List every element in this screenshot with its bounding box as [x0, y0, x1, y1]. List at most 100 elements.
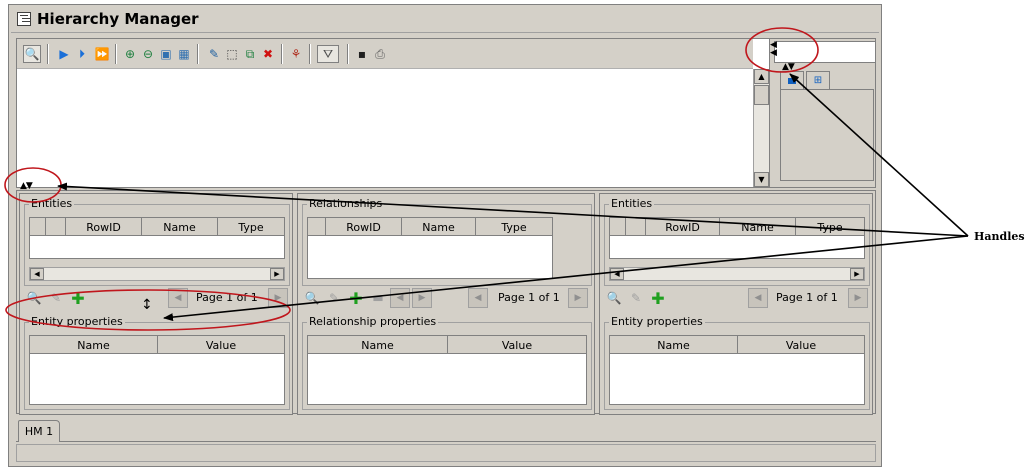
- toolbar-separator: [197, 44, 198, 64]
- tab-tree-view[interactable]: ⊞: [806, 71, 830, 89]
- title-bar: Hierarchy Manager: [11, 7, 879, 33]
- graph-vertical-scrollbar[interactable]: ▲ ▼: [753, 69, 769, 187]
- scroll-up-icon[interactable]: ▲: [754, 69, 769, 84]
- previous-page-icon[interactable]: ◀: [748, 288, 768, 308]
- zoom-out-icon[interactable]: ⊖: [139, 45, 157, 63]
- page-indicator: Page 1 of 1: [776, 291, 838, 304]
- right-pane-split-handle[interactable]: ▲▼: [782, 63, 795, 72]
- column-header[interactable]: [308, 218, 326, 236]
- scroll-right-icon[interactable]: ▶: [270, 268, 284, 280]
- toolbar-separator: [47, 44, 48, 64]
- relationships-panel: Relationships RowID Name Type 🔍 ✎ ✚ ▬ ◀ …: [297, 193, 595, 415]
- entities-panel-right: Entities RowID Name Type ◀ ▶ 🔍 ✎ ✚ ◀ Pag…: [599, 193, 873, 415]
- entities-horizontal-scrollbar[interactable]: ◀ ▶: [29, 267, 285, 281]
- fast-forward-icon[interactable]: ⏩: [93, 45, 111, 63]
- resize-cursor-icon: ↕: [141, 297, 153, 313]
- scroll-left-icon[interactable]: ◀: [610, 268, 624, 280]
- column-header-value[interactable]: Value: [158, 336, 284, 354]
- column-header-name[interactable]: Name: [402, 218, 476, 236]
- relationships-group: Relationships RowID Name Type: [302, 197, 592, 286]
- delete-icon[interactable]: ✖: [259, 45, 277, 63]
- entities-table[interactable]: RowID Name Type: [29, 217, 285, 259]
- add-icon[interactable]: ✚: [648, 288, 668, 308]
- edit-icon[interactable]: ✎: [205, 45, 223, 63]
- save-icon[interactable]: ▪: [353, 45, 371, 63]
- right-side-pane: ◀ ◀ ▲▼ ⊞: [769, 39, 876, 187]
- relationships-table[interactable]: RowID Name Type: [307, 217, 553, 279]
- column-header-value[interactable]: Value: [448, 336, 586, 354]
- horizontal-split-handle[interactable]: ▲▼: [20, 182, 33, 191]
- column-header[interactable]: [626, 218, 646, 236]
- entities-horizontal-scrollbar[interactable]: ◀ ▶: [609, 267, 865, 281]
- entities-panel-left: Entities RowID Name Type ◀ ▶ 🔍 ✎ ✚ ◀ Pag…: [19, 193, 293, 415]
- previous-page-icon[interactable]: ◀: [168, 288, 188, 308]
- column-header-rowid[interactable]: RowID: [66, 218, 142, 236]
- scroll-thumb[interactable]: [754, 85, 769, 105]
- entity-properties-table[interactable]: Name Value: [29, 335, 285, 405]
- graph-canvas[interactable]: [17, 69, 753, 187]
- scroll-left-icon[interactable]: ◀: [30, 268, 44, 280]
- document-tabs: HM 1: [16, 418, 876, 442]
- search-icon[interactable]: 🔍: [302, 288, 322, 308]
- find-icon[interactable]: 🔍: [23, 45, 41, 63]
- search-icon[interactable]: 🔍: [604, 288, 624, 308]
- right-pane-header: [774, 41, 876, 63]
- toolbar-separator: [309, 44, 310, 64]
- next-page-icon[interactable]: ▶: [268, 288, 288, 308]
- column-header-value[interactable]: Value: [738, 336, 864, 354]
- remove-icon[interactable]: ▬: [368, 288, 388, 308]
- hierarchy-icon[interactable]: ⚘: [287, 45, 305, 63]
- zoom-fit-icon[interactable]: ▣: [157, 45, 175, 63]
- play-icon[interactable]: ▶: [55, 45, 73, 63]
- column-header-rowid[interactable]: RowID: [326, 218, 402, 236]
- first-page-icon[interactable]: ◀: [390, 288, 410, 308]
- select-icon[interactable]: ⬚: [223, 45, 241, 63]
- scroll-down-icon[interactable]: ▼: [754, 172, 769, 187]
- entities-table[interactable]: RowID Name Type: [609, 217, 865, 259]
- vertical-collapse-handle[interactable]: ◀ ◀: [770, 41, 777, 58]
- column-header-name[interactable]: Name: [720, 218, 796, 236]
- next-page-icon[interactable]: ▶: [848, 288, 868, 308]
- tree-icon: ⊞: [813, 75, 823, 86]
- entity-properties-table[interactable]: Name Value: [609, 335, 865, 405]
- scroll-right-icon[interactable]: ▶: [850, 268, 864, 280]
- column-header-type[interactable]: Type: [796, 218, 864, 236]
- edit-icon[interactable]: ✎: [626, 288, 646, 308]
- entities-group-label: Entities: [609, 197, 655, 210]
- print-icon[interactable]: ⎙: [371, 45, 389, 63]
- select-all-icon[interactable]: ⧉: [241, 45, 259, 63]
- column-header-name[interactable]: Name: [142, 218, 218, 236]
- column-header-type[interactable]: Type: [218, 218, 284, 236]
- last-page-icon[interactable]: ▶: [412, 288, 432, 308]
- tab-hm-1[interactable]: HM 1: [18, 420, 60, 442]
- column-header-rowid[interactable]: RowID: [646, 218, 720, 236]
- column-header-name[interactable]: Name: [308, 336, 448, 354]
- entity-properties-group: Entity properties Name Value: [24, 315, 290, 410]
- zoom-actual-icon[interactable]: ▦: [175, 45, 193, 63]
- graph-area: 🔍 ▶ ⏵ ⏩ ⊕ ⊖ ▣ ▦ ✎ ⬚ ⧉ ✖ ⚘ ⛛ ▪ ⎙ ▲ ▼ ◀ ◀ ▲…: [16, 38, 876, 188]
- previous-page-icon[interactable]: ◀: [468, 288, 488, 308]
- filter-icon[interactable]: ⛛: [317, 45, 339, 63]
- hierarchy-app-icon: [17, 12, 31, 26]
- edit-icon[interactable]: ✎: [324, 288, 344, 308]
- zoom-in-icon[interactable]: ⊕: [121, 45, 139, 63]
- handles-callout-label: Handles: [974, 230, 1025, 243]
- column-header-name[interactable]: Name: [30, 336, 158, 354]
- relationship-properties-table[interactable]: Name Value: [307, 335, 587, 405]
- column-header[interactable]: [610, 218, 626, 236]
- edit-icon[interactable]: ✎: [46, 288, 66, 308]
- relationship-properties-group: Relationship properties Name Value: [302, 315, 592, 410]
- column-header[interactable]: [46, 218, 66, 236]
- add-icon[interactable]: ✚: [68, 288, 88, 308]
- column-header-name[interactable]: Name: [610, 336, 738, 354]
- search-icon[interactable]: 🔍: [24, 288, 44, 308]
- main-toolbar: 🔍 ▶ ⏵ ⏩ ⊕ ⊖ ▣ ▦ ✎ ⬚ ⧉ ✖ ⚘ ⛛ ▪ ⎙: [17, 39, 753, 69]
- column-header[interactable]: [30, 218, 46, 236]
- tab-entity-view[interactable]: [780, 71, 804, 89]
- next-page-icon[interactable]: ▶: [568, 288, 588, 308]
- entities-group: Entities RowID Name Type ◀ ▶: [604, 197, 870, 286]
- column-header-type[interactable]: Type: [476, 218, 552, 236]
- step-icon[interactable]: ⏵: [73, 45, 91, 63]
- add-icon[interactable]: ✚: [346, 288, 366, 308]
- entities-toolbar: 🔍 ✎ ✚ ◀ Page 1 of 1 ▶: [24, 288, 290, 310]
